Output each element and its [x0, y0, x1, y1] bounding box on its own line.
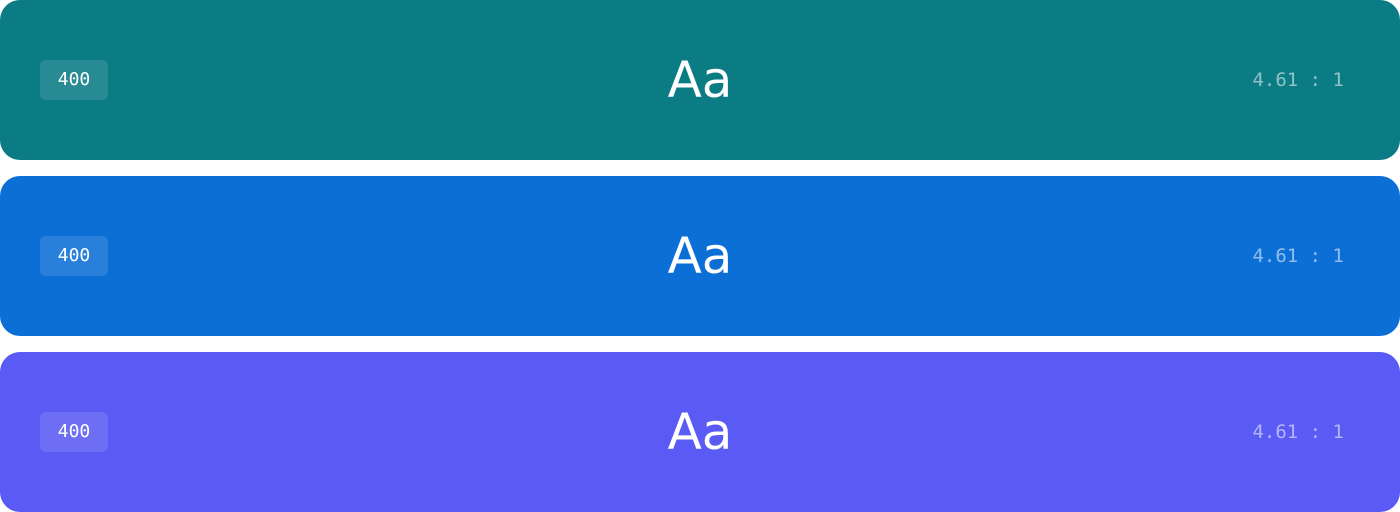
swatch-indigo[interactable]: 400 Aa 4.61 : 1 — [0, 352, 1400, 512]
swatch-teal[interactable]: 400 Aa 4.61 : 1 — [0, 0, 1400, 160]
contrast-ratio: 4.61 : 1 — [1252, 245, 1344, 267]
text-sample: Aa — [667, 227, 733, 285]
text-sample: Aa — [667, 51, 733, 109]
color-swatch-list: 400 Aa 4.61 : 1 400 Aa 4.61 : 1 400 Aa 4… — [0, 0, 1400, 512]
text-sample: Aa — [667, 403, 733, 461]
contrast-ratio: 4.61 : 1 — [1252, 69, 1344, 91]
swatch-blue[interactable]: 400 Aa 4.61 : 1 — [0, 176, 1400, 336]
contrast-ratio: 4.61 : 1 — [1252, 421, 1344, 443]
